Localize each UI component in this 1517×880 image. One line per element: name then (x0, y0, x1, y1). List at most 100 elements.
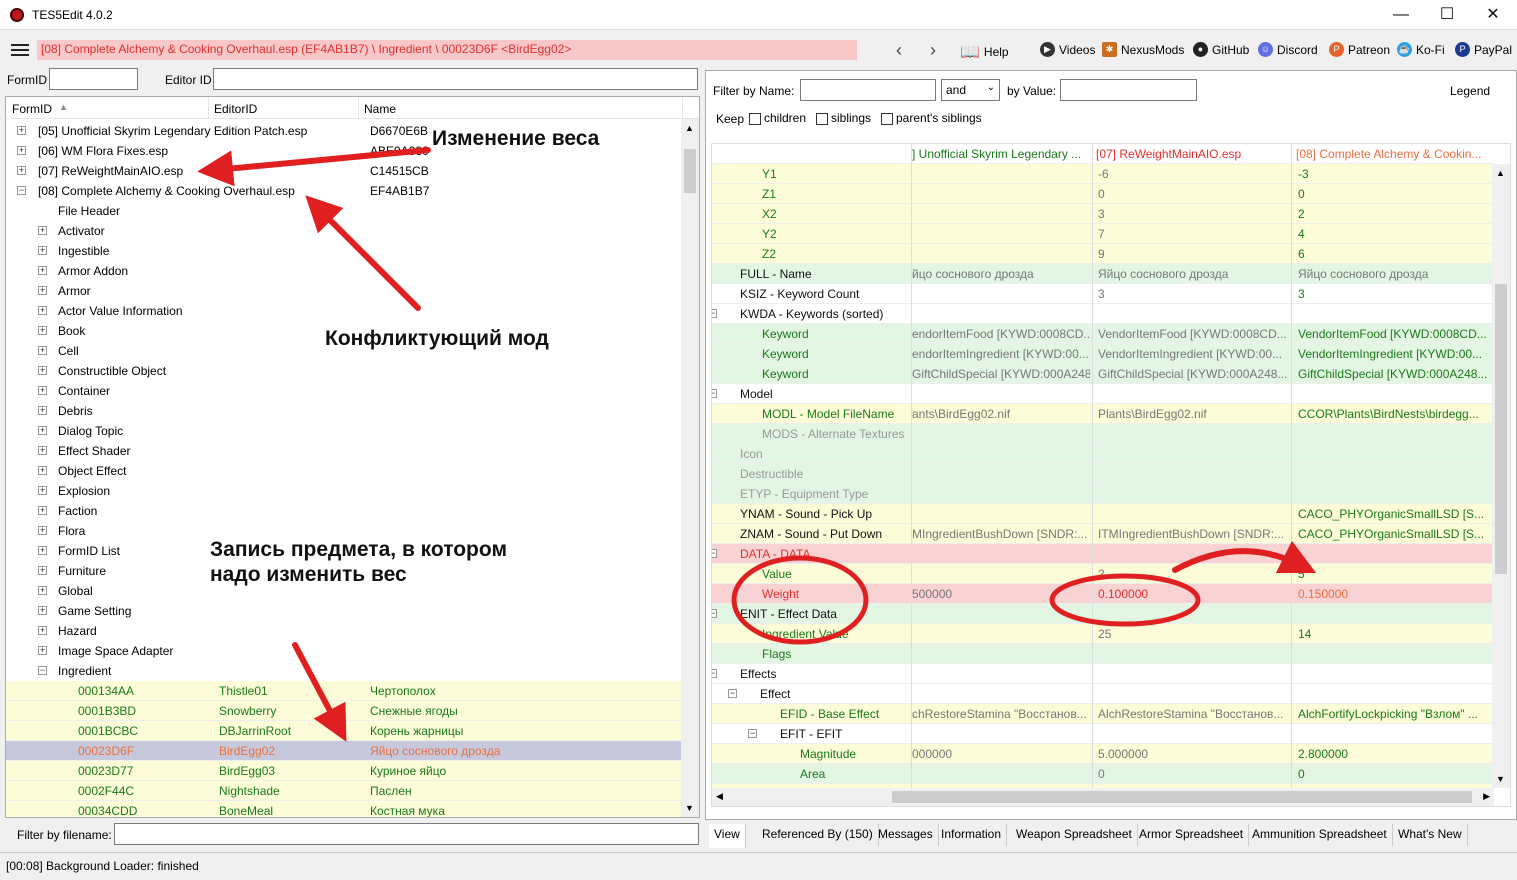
tab-referenced-by[interactable]: Referenced By (150) (757, 824, 879, 846)
expand-icon[interactable]: + (38, 426, 47, 435)
field-row[interactable]: Area 0 0 (712, 764, 1494, 784)
expand-icon[interactable]: − (748, 729, 757, 738)
plugin-row[interactable]: − [08] Complete Alchemy & Cooking Overhau… (6, 181, 682, 201)
keep-children-checkbox[interactable]: children (749, 111, 806, 125)
expand-icon[interactable]: + (38, 266, 47, 275)
group-row[interactable]: File Header (6, 201, 682, 221)
scroll-thumb[interactable] (892, 791, 1472, 803)
maximize-button[interactable]: ☐ (1424, 0, 1470, 30)
expand-icon[interactable]: + (38, 566, 47, 575)
expand-icon[interactable]: + (17, 146, 26, 155)
expand-icon[interactable]: − (712, 549, 717, 558)
scroll-left-icon[interactable]: ◀ (716, 791, 723, 802)
col-editorid[interactable]: EditorID (214, 102, 257, 116)
field-row[interactable]: EFID - Base Effect chRestoreStamina "Вос… (712, 704, 1494, 724)
record-row[interactable]: 0001B3BD Snowberry Снежные ягоды (6, 701, 682, 721)
expand-icon[interactable]: − (38, 666, 47, 675)
expand-icon[interactable]: + (38, 626, 47, 635)
group-row[interactable]: + Container (6, 381, 682, 401)
keep-parent-siblings-checkbox[interactable]: parent's siblings (881, 111, 982, 125)
record-row[interactable]: 00023D77 BirdEgg03 Куриное яйцо (6, 761, 682, 781)
legend-link[interactable]: Legend (1450, 84, 1490, 98)
record-row[interactable]: 00023D6F BirdEgg02 Яйцо соснового дрозда (6, 741, 682, 761)
scroll-up-icon[interactable]: ▲ (1496, 168, 1505, 178)
expand-icon[interactable]: + (38, 406, 47, 415)
scroll-thumb[interactable] (684, 149, 696, 193)
expand-icon[interactable]: − (712, 389, 717, 398)
editorid-input[interactable] (213, 68, 698, 90)
group-row[interactable]: + Activator (6, 221, 682, 241)
group-row[interactable]: + Armor Addon (6, 261, 682, 281)
expand-icon[interactable]: − (17, 186, 26, 195)
expand-icon[interactable]: + (38, 486, 47, 495)
col-header-05[interactable]: ] Unofficial Skyrim Legendary ... (912, 147, 1092, 161)
field-row[interactable]: − Model (712, 384, 1494, 404)
and-select[interactable]: and ⌄ (941, 79, 1000, 101)
tab-weapon-spreadsheet[interactable]: Weapon Spreadsheet (1011, 824, 1138, 846)
group-row[interactable]: + Game Setting (6, 601, 682, 621)
expand-icon[interactable]: + (38, 466, 47, 475)
col-header-07[interactable]: [07] ReWeightMainAIO.esp (1096, 147, 1286, 161)
group-row[interactable]: + Dialog Topic (6, 421, 682, 441)
expand-icon[interactable]: + (38, 326, 47, 335)
filter-name-input[interactable] (800, 79, 936, 101)
group-row[interactable]: + Faction (6, 501, 682, 521)
grid-hscrollbar[interactable]: ◀ ▶ (712, 788, 1494, 806)
scroll-thumb[interactable] (1495, 284, 1507, 574)
field-row[interactable]: Icon (712, 444, 1494, 464)
expand-icon[interactable]: + (17, 126, 26, 135)
expand-icon[interactable]: − (712, 309, 717, 318)
expand-icon[interactable]: + (38, 646, 47, 655)
expand-icon[interactable]: + (38, 586, 47, 595)
expand-icon[interactable]: + (38, 246, 47, 255)
group-row[interactable]: + Ingestible (6, 241, 682, 261)
expand-icon[interactable]: + (38, 306, 47, 315)
tab-whats-new[interactable]: What's New (1393, 824, 1468, 846)
field-row[interactable]: ZNAM - Sound - Put Down MIngredientBushD… (712, 524, 1494, 544)
group-row[interactable]: + Debris (6, 401, 682, 421)
field-row[interactable]: ETYP - Equipment Type (712, 484, 1494, 504)
expand-icon[interactable]: + (38, 286, 47, 295)
field-row[interactable]: Value 2 5 (712, 564, 1494, 584)
expand-icon[interactable]: + (38, 546, 47, 555)
field-row[interactable]: MODL - Model FileName ants\BirdEgg02.nif… (712, 404, 1494, 424)
keep-siblings-checkbox[interactable]: siblings (816, 111, 871, 125)
formid-input[interactable] (49, 68, 138, 90)
field-row[interactable]: Y2 7 4 (712, 224, 1494, 244)
expand-icon[interactable]: + (38, 446, 47, 455)
record-row[interactable]: 0002F44C Nightshade Паслен (6, 781, 682, 801)
expand-icon[interactable]: + (38, 366, 47, 375)
paypal-link[interactable]: P PayPal (1455, 42, 1512, 57)
close-button[interactable]: ✕ (1470, 0, 1516, 30)
expand-icon[interactable]: − (712, 609, 717, 618)
videos-link[interactable]: ▶ Videos (1040, 42, 1095, 57)
col-name[interactable]: Name (364, 102, 396, 116)
expand-icon[interactable]: + (17, 166, 26, 175)
nexusmods-link[interactable]: ✱ NexusMods (1102, 42, 1184, 57)
expand-icon[interactable]: − (712, 669, 717, 678)
field-row[interactable]: Ingredient Value 25 14 (712, 624, 1494, 644)
field-row[interactable]: Destructible (712, 464, 1494, 484)
menu-icon[interactable] (11, 44, 29, 56)
tab-information[interactable]: Information (936, 824, 1008, 846)
group-row[interactable]: + Constructible Object (6, 361, 682, 381)
scroll-down-icon[interactable]: ▼ (1496, 774, 1505, 784)
field-row[interactable]: − DATA - DATA (712, 544, 1494, 564)
expand-icon[interactable]: + (38, 506, 47, 515)
expand-icon[interactable]: + (38, 386, 47, 395)
field-row[interactable]: − KWDA - Keywords (sorted) (712, 304, 1494, 324)
minimize-button[interactable]: — (1378, 0, 1424, 30)
group-row[interactable]: − Ingredient (6, 661, 682, 681)
grid-vscrollbar[interactable]: ▲ ▼ (1492, 164, 1510, 788)
col-formid[interactable]: FormID (12, 102, 52, 116)
record-row[interactable]: 000134AA Thistle01 Чертополох (6, 681, 682, 701)
scroll-up-icon[interactable]: ▲ (685, 123, 694, 133)
field-row[interactable]: − ENIT - Effect Data (712, 604, 1494, 624)
field-row[interactable]: Magnitude 000000 5.000000 2.800000 (712, 744, 1494, 764)
patreon-link[interactable]: P Patreon (1329, 42, 1390, 57)
forward-icon[interactable]: › (930, 40, 936, 61)
field-row[interactable]: Keyword GiftChildSpecial [KYWD:000A248..… (712, 364, 1494, 384)
back-icon[interactable]: ‹ (896, 40, 902, 61)
tab-view[interactable]: View (709, 824, 746, 848)
record-row[interactable]: 00034CDD BoneMeal Костная мука (6, 801, 682, 817)
